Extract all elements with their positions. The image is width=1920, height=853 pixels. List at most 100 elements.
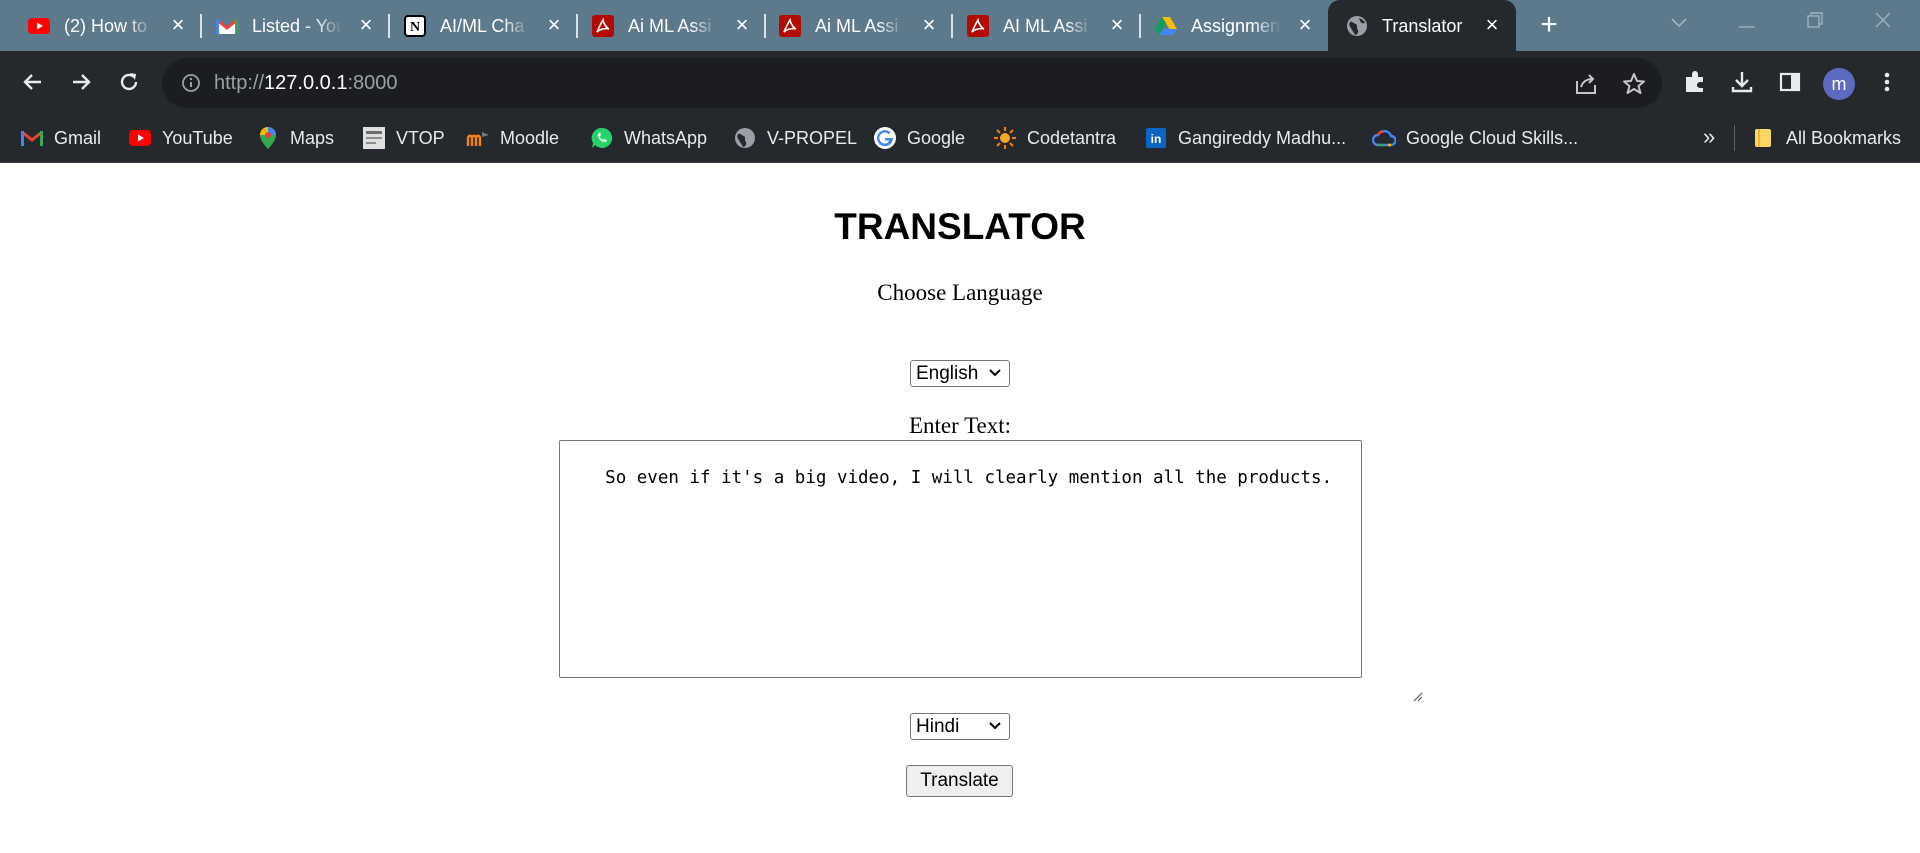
url-scheme: http:// [214,72,265,94]
pdf-icon [592,15,614,37]
tab-search-icon[interactable] [1664,8,1694,38]
translate-button[interactable]: Translate [906,765,1013,797]
google-cloud-icon [1372,126,1396,150]
bookmark-v-propel[interactable]: V-PROPEL [733,124,857,152]
enter-text-label: Enter Text: [908,413,1012,438]
gmail-icon [20,126,44,150]
target-language-select[interactable]: Hindi [910,713,1010,740]
source-language-select[interactable]: English [910,360,1010,387]
choose-language-label: Choose Language [877,280,1043,305]
bookmark-label: YouTube [162,127,233,148]
source-text-input[interactable]: So even if it's a big video, I will clea… [559,440,1423,702]
vtop-icon [362,126,386,150]
tab-pdf-3[interactable]: AI ML Assi × [939,0,1141,51]
bookmarks-divider [1734,125,1735,151]
close-window-icon[interactable] [1868,8,1898,38]
page-title: TRANSLATOR [834,206,1086,247]
bookmark-codetantra[interactable]: Codetantra [993,124,1116,152]
target-language-value: Hindi [916,716,960,737]
tab-title: AI/ML Cha [440,16,525,36]
url-text[interactable]: http://127.0.0.1:8000 [214,71,398,95]
bookmarks-overflow-button[interactable]: » [1703,124,1715,150]
whatsapp-icon [590,126,614,150]
close-icon[interactable]: × [166,13,190,37]
maps-icon [256,126,280,150]
bookmark-label: Google Cloud Skills... [1406,127,1579,148]
site-info-icon[interactable] [180,72,202,94]
svg-text:N: N [410,20,420,35]
tab-gmail[interactable]: Listed - You × [188,0,390,51]
bookmark-label: Codetantra [1027,127,1117,148]
share-icon[interactable] [1573,71,1599,97]
bookmark-label: Google [907,127,966,148]
bookmark-vtop[interactable]: VTOP [362,124,445,152]
all-bookmarks-label: All Bookmarks [1786,127,1902,148]
side-panel-icon[interactable] [1775,67,1805,97]
address-bar[interactable]: http://127.0.0.1:8000 [162,58,1662,108]
resize-handle-icon[interactable] [1348,664,1423,702]
bookmark-gmail[interactable]: Gmail [20,124,101,152]
download-icon[interactable] [1727,67,1757,97]
bookmarks-bar: Gmail YouTube Maps VTOP Moodle WhatsApp [0,113,1920,163]
forward-icon[interactable] [65,66,97,98]
tab-google-drive[interactable]: Assignmen × [1127,0,1329,51]
tab-pdf-2[interactable]: Ai ML Assi × [751,0,953,51]
tab-title: AI ML Assi [1003,16,1088,36]
tab-youtube[interactable]: (2) How to × [0,0,202,51]
tab-strip: (2) How to × Listed - You × N AI/ML Cha … [0,0,1920,51]
chevron-down-icon [987,715,1003,737]
globe-icon [1346,15,1368,37]
more-menu-icon[interactable] [1872,67,1902,97]
moodle-icon [466,126,490,150]
svg-text:in: in [1151,132,1162,146]
tab-translator[interactable]: Translator × [1328,0,1516,51]
bookmark-label: Maps [290,127,335,148]
new-tab-button[interactable]: + [1534,10,1564,40]
restore-icon[interactable] [1800,8,1830,38]
google-icon [873,126,897,150]
reload-icon[interactable] [113,66,145,98]
folder-icon [1752,126,1776,150]
bookmark-youtube[interactable]: YouTube [128,124,233,152]
minimize-icon[interactable] [1732,8,1762,38]
codetantra-icon [993,126,1017,150]
tab-pdf-1[interactable]: Ai ML Assi × [564,0,766,51]
tab-title: Translator [1382,16,1463,36]
tab-notion[interactable]: N AI/ML Cha × [376,0,578,51]
bookmark-whatsapp[interactable]: WhatsApp [590,124,707,152]
close-icon[interactable]: × [1480,13,1504,37]
pdf-icon [967,15,989,37]
bookmark-maps[interactable]: Maps [256,124,334,152]
bookmark-linkedin[interactable]: in Gangireddy Madhu... [1144,124,1346,152]
tab-title: (2) How to [64,16,148,36]
tab-title: Ai ML Assi [815,16,899,36]
bookmark-google-cloud[interactable]: Google Cloud Skills... [1372,124,1578,152]
bookmark-label: Gmail [54,127,102,148]
close-icon[interactable]: × [542,13,566,37]
linkedin-icon: in [1144,126,1168,150]
bookmark-label: Moodle [500,127,560,148]
source-language-value: English [916,363,979,384]
browser-toolbar: http://127.0.0.1:8000 m [0,51,1920,113]
youtube-icon [28,15,50,37]
back-icon[interactable] [17,66,49,98]
all-bookmarks-button[interactable]: All Bookmarks [1752,124,1901,152]
close-icon[interactable]: × [1105,13,1129,37]
gmail-icon [216,15,238,37]
bookmark-label: V-PROPEL [767,127,858,148]
close-icon[interactable]: × [354,13,378,37]
close-icon[interactable]: × [1293,13,1317,37]
url-port: :8000 [347,72,398,94]
bookmark-star-icon[interactable] [1621,71,1647,97]
youtube-icon [128,126,152,150]
bookmark-google[interactable]: Google [873,124,965,152]
close-icon[interactable]: × [917,13,941,37]
profile-avatar[interactable]: m [1823,68,1855,100]
url-host: 127.0.0.1 [264,72,348,94]
extensions-icon[interactable] [1680,67,1710,97]
bookmark-moodle[interactable]: Moodle [466,124,559,152]
bookmark-label: WhatsApp [624,127,708,148]
tab-title: Listed - You [252,16,342,36]
tab-title: Assignmen [1191,16,1281,36]
tab-title: Ai ML Assi [628,16,712,36]
